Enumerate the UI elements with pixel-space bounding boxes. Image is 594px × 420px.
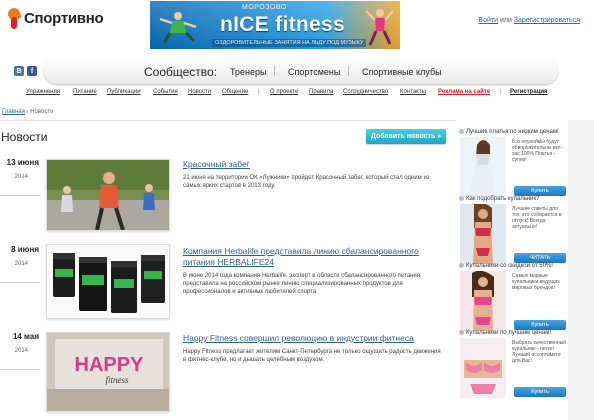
community-link-clubs[interactable]: Спортивные клубы <box>362 67 442 77</box>
facebook-icon[interactable]: f <box>27 66 37 76</box>
news-date: 13 июня 2014 <box>0 158 40 196</box>
community-link-trainers[interactable]: Тренеры <box>230 67 266 77</box>
nav-item-contacts[interactable]: Контакты <box>400 89 426 95</box>
breadcrumb-current: Новости <box>30 109 54 115</box>
dress-model-photo <box>460 137 506 197</box>
news-title-link[interactable]: Компания Herbalife представила линию сба… <box>183 246 445 268</box>
herbalife24-products-photo <box>47 245 169 318</box>
news-date-day: 8 июня <box>11 245 39 254</box>
news-date: 8 июня 2014 <box>0 245 40 283</box>
nav-item-cooperation[interactable]: Сотрудничество <box>343 89 388 95</box>
news-text: 21 июня на территории ОК «Лужники» пройд… <box>183 175 430 189</box>
nav-item-news[interactable]: Новости <box>188 89 211 95</box>
news-thumbnail[interactable]: HAPPY fitness <box>46 332 170 412</box>
news-text: Happy Fitness предлагает жителям Санкт-П… <box>183 349 441 363</box>
community-link-athletes[interactable]: Спортсмены <box>288 67 340 77</box>
banner-subtitle: ОЗДОРОВИТЕЛЬНЫЕ ЗАНЯТИЯ НА ЛЬДУ ПОД МУЗЫ… <box>212 39 367 47</box>
community-divider <box>348 66 349 76</box>
info-icon <box>459 129 464 134</box>
nav-item-rules[interactable]: Правила <box>309 89 333 95</box>
ad-text: Самые модные купальники ведущих мировых … <box>512 273 560 291</box>
news-text: В июне 2014 года компания Herbalife, экс… <box>183 273 422 295</box>
info-icon <box>459 330 464 335</box>
auth-or: или <box>498 17 514 24</box>
happy-fitness-photo: HAPPY fitness <box>47 333 169 411</box>
ad-image[interactable] <box>460 271 506 331</box>
nav-item-advertising[interactable]: Реклама на сайте <box>438 89 490 95</box>
ad-buy-button[interactable]: Купить <box>514 387 566 397</box>
ad-block: Как подобрать купальник? Лучшие советы д… <box>459 194 567 264</box>
news-title-link[interactable]: Happy Fitness совершил революцию в индус… <box>183 333 445 344</box>
ad-block: Купальники по лучшим ценам! Выбрать каче… <box>459 328 567 398</box>
ad-title[interactable]: Лучшие платья по низким ценам! <box>459 127 567 136</box>
nav-separator: | <box>258 89 260 95</box>
ad-image[interactable] <box>460 204 506 264</box>
ad-title-text: Лучшие платья по низким ценам! <box>466 128 559 135</box>
info-icon <box>459 196 464 201</box>
ad-text: Бэз ноунеймы будут обворожительны вкл - … <box>512 139 564 163</box>
logo-text: Спортивно <box>24 9 104 27</box>
news-thumbnail[interactable] <box>46 159 170 231</box>
page-title: Новости <box>1 130 48 144</box>
ad-title-text: Купальники по лучшим ценам! <box>466 329 552 336</box>
page: Спортивно МОРОЗОВО nICE fitness ОЗДОРОВИ… <box>0 0 594 420</box>
nav-item-registration[interactable]: Регистрация <box>510 89 548 95</box>
info-icon <box>459 263 464 268</box>
nav-item-exercises[interactable]: Упражнения <box>26 89 60 95</box>
ad-block: Лучшие платья по низким ценам! Бэз ноуне… <box>459 127 567 197</box>
dancer-figure-icon <box>365 9 394 46</box>
ad-title[interactable]: Купальники по лучшим ценам! <box>459 328 567 337</box>
swimsuit-model-photo <box>460 204 506 264</box>
main-nav: Упражнения Питание Публикации События Но… <box>20 88 560 98</box>
vk-icon[interactable]: В <box>14 66 24 76</box>
ad-title-text: Купальники со скидкой от 50%! <box>466 262 553 269</box>
ad-image[interactable] <box>460 338 506 398</box>
header-divider <box>0 120 456 121</box>
ad-image[interactable] <box>460 137 506 197</box>
news-date-year: 2014 <box>14 174 28 180</box>
ad-block: Купальники со скидкой от 50%! Самые модн… <box>459 261 567 331</box>
add-news-button[interactable]: Добавить новость » <box>366 129 446 144</box>
news-thumbnail[interactable] <box>46 244 170 319</box>
nav-item-events[interactable]: События <box>153 89 178 95</box>
bikini-photo <box>460 338 506 398</box>
news-date-day: 13 июня <box>6 158 39 167</box>
nav-item-about[interactable]: О проекте <box>270 89 298 95</box>
ad-text: Выбрать качественный купальник - легко! … <box>512 340 566 364</box>
news-title-link[interactable]: Красочный забег <box>183 159 445 170</box>
nav-item-nutrition[interactable]: Питание <box>73 89 97 95</box>
auth-links: Войти или Зарегистрироваться <box>478 17 580 24</box>
happy-fitness-logo: HAPPY <box>75 354 145 376</box>
happy-fitness-logo-sub: fitness <box>105 375 128 385</box>
news-date: 14 мая 2014 <box>0 332 40 370</box>
ad-title[interactable]: Как подобрать купальник? <box>459 194 567 203</box>
news-date-year: 2014 <box>14 348 28 354</box>
nav-item-chat[interactable]: Общение <box>222 89 248 95</box>
nav-separator: | <box>500 89 502 95</box>
banner-title: nICE fitness <box>220 13 345 36</box>
ad-title[interactable]: Купальники со скидкой от 50%! <box>459 261 567 270</box>
runners-photo <box>47 160 169 230</box>
register-link[interactable]: Зарегистрироваться <box>514 17 580 24</box>
flame-logo-icon <box>6 6 22 29</box>
pink-swimsuit-photo <box>460 271 506 331</box>
community-bar: Сообщество: Тренеры Спортсмены Спортивны… <box>44 58 558 84</box>
nice-fitness-banner[interactable]: МОРОЗОВО nICE fitness ОЗДОРОВИТЕЛЬНЫЕ ЗА… <box>150 1 400 49</box>
banner-brand: МОРОЗОВО <box>242 4 287 11</box>
site-logo[interactable]: Спортивно <box>6 4 104 32</box>
ad-text: Лучшие советы для тех, кто собирается в … <box>512 206 562 230</box>
news-date-day: 14 мая <box>12 332 39 341</box>
social-buttons: В f <box>14 66 37 76</box>
login-link[interactable]: Войти <box>478 17 498 24</box>
page-gutter <box>568 120 594 420</box>
nav-item-publications[interactable]: Публикации <box>107 89 141 95</box>
ad-title-text: Как подобрать купальник? <box>466 195 540 202</box>
breadcrumb: Главная › Новости <box>2 109 53 115</box>
breadcrumb-home[interactable]: Главная <box>2 109 25 115</box>
community-label: Сообщество: <box>144 65 218 79</box>
community-divider <box>274 66 275 76</box>
news-date-year: 2014 <box>14 261 28 267</box>
skater-figure-icon <box>159 12 197 44</box>
